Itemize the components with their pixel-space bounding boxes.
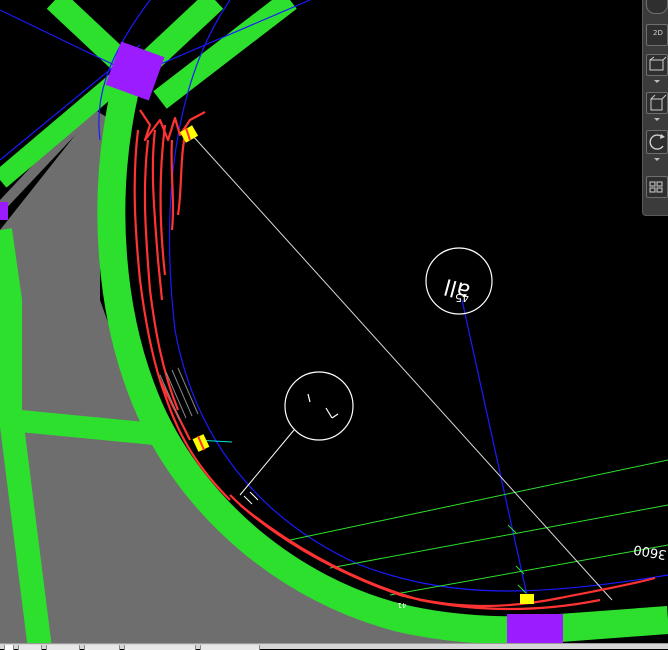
status-tab[interactable] [200,645,260,650]
chevron-down-icon[interactable] [654,118,660,121]
dimension-ticks [507,524,527,594]
bubble-text-sub: 45 [455,291,469,304]
status-tab[interactable] [124,645,196,650]
purple-node-left[interactable] [0,202,8,220]
orbit-icon[interactable] [646,130,668,154]
status-tab[interactable] [46,645,80,650]
dimension-text: 3600 [632,541,667,562]
viewcube-icon[interactable] [646,0,668,14]
status-bar [0,643,668,650]
drawing-viewport[interactable]: all 45 3600 41 [0,0,668,649]
blue-line-bubble [461,299,529,601]
showmotion-icon[interactable] [646,176,668,198]
navigation-toolbar: 2D [642,0,668,216]
small-label: 41 [398,601,407,609]
box-view-icon[interactable] [646,54,668,76]
status-tab[interactable] [4,645,14,650]
status-tab[interactable] [84,645,120,650]
status-tab[interactable] [18,645,42,650]
yellow-marker-bottom[interactable] [520,594,534,604]
view-2d-label: 2D [653,29,663,37]
cube-view-icon[interactable] [646,92,668,114]
gray-area-left [0,110,505,649]
chevron-down-icon[interactable] [654,158,660,161]
chevron-down-icon[interactable] [654,80,660,83]
road-right-branch [153,0,297,109]
leader-bubble-right[interactable]: all 45 [425,247,493,315]
view-2d-icon[interactable]: 2D [646,24,668,46]
purple-node-bottom[interactable] [507,614,563,644]
leader-circle-left[interactable] [239,371,354,505]
